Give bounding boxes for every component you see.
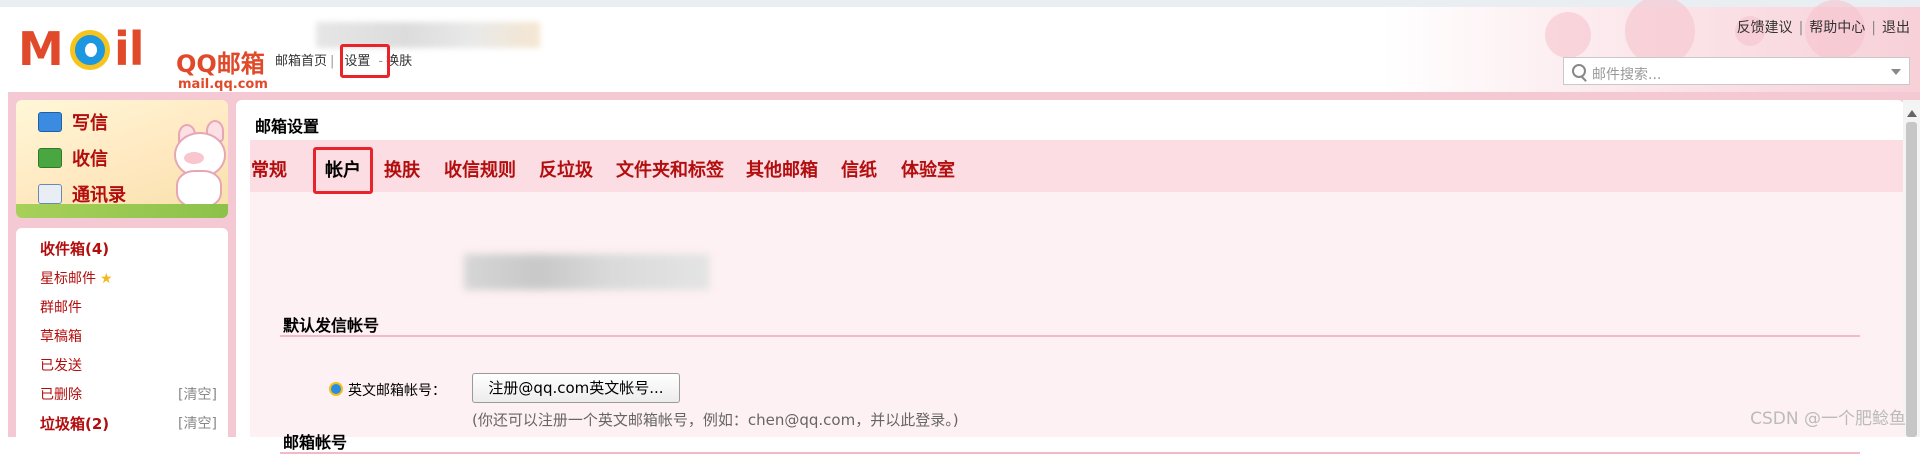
watermark: CSDN @一个肥鲶鱼 xyxy=(1750,409,1906,429)
folder-sent[interactable]: 已发送 xyxy=(40,357,82,375)
folder-starred-label: 星标邮件 xyxy=(40,271,96,287)
clear-deleted-link[interactable]: [清空] xyxy=(178,386,217,404)
tab-other-mailboxes[interactable]: 其他邮箱 xyxy=(746,156,818,182)
default-account-redacted xyxy=(464,254,710,290)
folder-drafts[interactable]: 草稿箱 xyxy=(40,328,82,346)
section-title-default-sender: 默认发信帐号 xyxy=(283,316,380,335)
section-divider xyxy=(280,335,1860,337)
tab-skin[interactable]: 换肤 xyxy=(384,156,420,182)
section-title-mailbox-account: 邮箱帐号 xyxy=(283,433,348,452)
header: M il QQ邮箱 mail.qq.com 邮箱首页 | 设置 - 换肤 反馈建议 | 帮助… xyxy=(0,0,1920,92)
quick-actions: 写信 收信 通讯录 xyxy=(16,100,228,218)
search-placeholder: 邮件搜索... xyxy=(1592,67,1662,83)
english-account-label: 英文邮箱帐号： xyxy=(348,383,446,399)
grass-decoration xyxy=(16,204,228,218)
logout-link[interactable]: 退出 xyxy=(1882,20,1910,36)
inbox-download-icon xyxy=(38,148,62,168)
help-center-link[interactable]: 帮助中心 xyxy=(1809,20,1865,36)
qq-badge-icon xyxy=(329,382,343,396)
scroll-thumb[interactable] xyxy=(1906,122,1917,437)
folder-starred[interactable]: 星标邮件 ★ xyxy=(40,270,113,288)
contact-card-icon xyxy=(38,184,62,204)
pig-mascot-illustration xyxy=(166,114,228,208)
logo-penguin-icon xyxy=(70,30,110,70)
compose-button[interactable]: 写信 xyxy=(38,112,108,135)
folder-spam[interactable]: 垃圾箱(2) xyxy=(40,415,109,433)
folder-inbox[interactable]: 收件箱(4) xyxy=(40,240,109,258)
settings-tabs: 常规 帐户 换肤 收信规则 反垃圾 文件夹和标签 其他邮箱 信纸 体验室 xyxy=(250,140,1903,192)
tab-folders-labels[interactable]: 文件夹和标签 xyxy=(616,156,724,182)
pencil-icon xyxy=(38,112,62,132)
receive-label: 收信 xyxy=(72,149,108,170)
scroll-up-icon[interactable] xyxy=(1907,110,1917,117)
feedback-link[interactable]: 反馈建议 xyxy=(1737,20,1793,36)
logo-letters-il: il xyxy=(114,22,145,76)
star-icon: ★ xyxy=(100,271,113,287)
contacts-label: 通讯录 xyxy=(72,185,126,206)
tab-general[interactable]: 常规 xyxy=(251,156,287,182)
mail-search-box[interactable]: 邮件搜索... xyxy=(1563,57,1910,85)
tab-receive-rules[interactable]: 收信规则 xyxy=(444,156,516,182)
register-english-account-button[interactable]: 注册@qq.com英文帐号... xyxy=(472,373,680,403)
tab-stationery[interactable]: 信纸 xyxy=(841,156,877,182)
tab-lab[interactable]: 体验室 xyxy=(901,156,955,182)
logo-text-cn: QQ邮箱 xyxy=(176,50,265,78)
tab-anti-spam[interactable]: 反垃圾 xyxy=(539,156,593,182)
folder-group-mail[interactable]: 群邮件 xyxy=(40,299,82,317)
top-links: 反馈建议 | 帮助中心 | 退出 xyxy=(1737,17,1910,37)
logo-letter-m: M xyxy=(18,22,64,76)
link-separator: | xyxy=(1871,20,1876,36)
folder-list: 收件箱(4) 星标邮件 ★ 群邮件 草稿箱 已发送 已删除 [清空] 垃圾箱(2)… xyxy=(16,228,228,437)
english-account-hint: (你还可以注册一个英文邮箱帐号，例如：chen@qq.com，并以此登录。) xyxy=(472,411,959,429)
clear-spam-link[interactable]: [清空] xyxy=(178,415,217,433)
compose-label: 写信 xyxy=(72,113,108,134)
account-tab-highlight-box xyxy=(313,147,373,194)
nav-mail-home[interactable]: 邮箱首页 xyxy=(275,50,327,69)
settings-highlight-box xyxy=(340,44,390,78)
link-separator: | xyxy=(1798,20,1804,36)
receive-button[interactable]: 收信 xyxy=(38,148,108,171)
page-title: 邮箱设置 xyxy=(255,117,320,136)
folder-deleted[interactable]: 已删除 xyxy=(40,386,82,404)
chevron-down-icon[interactable] xyxy=(1891,69,1901,75)
vertical-scrollbar[interactable] xyxy=(1903,100,1920,437)
search-icon xyxy=(1572,64,1586,78)
nav-skin[interactable]: 换肤 xyxy=(386,50,412,69)
nav-separator: | xyxy=(330,54,335,69)
logo-text-domain: mail.qq.com xyxy=(178,77,268,92)
